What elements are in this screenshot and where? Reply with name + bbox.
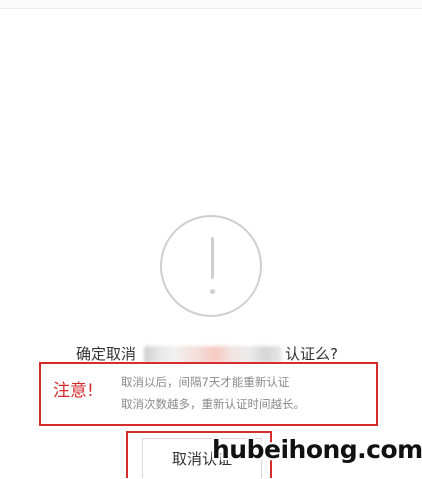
watermark: hubeihong.com — [212, 435, 422, 464]
redacted-name — [144, 346, 282, 363]
exclamation-circle-icon — [160, 215, 262, 317]
notice-line-2: 取消次数越多，重新认证时间越长。 — [121, 397, 305, 411]
top-bar — [0, 0, 422, 9]
exclamation-dot — [210, 289, 215, 294]
notice-line-1: 取消以后，间隔7天才能重新认证 — [121, 375, 290, 389]
notice-title: 注意! — [53, 381, 94, 401]
notice-box: 注意! 取消以后，间隔7天才能重新认证 取消次数越多，重新认证时间越长。 — [39, 362, 378, 426]
exclamation-bar — [211, 237, 214, 279]
